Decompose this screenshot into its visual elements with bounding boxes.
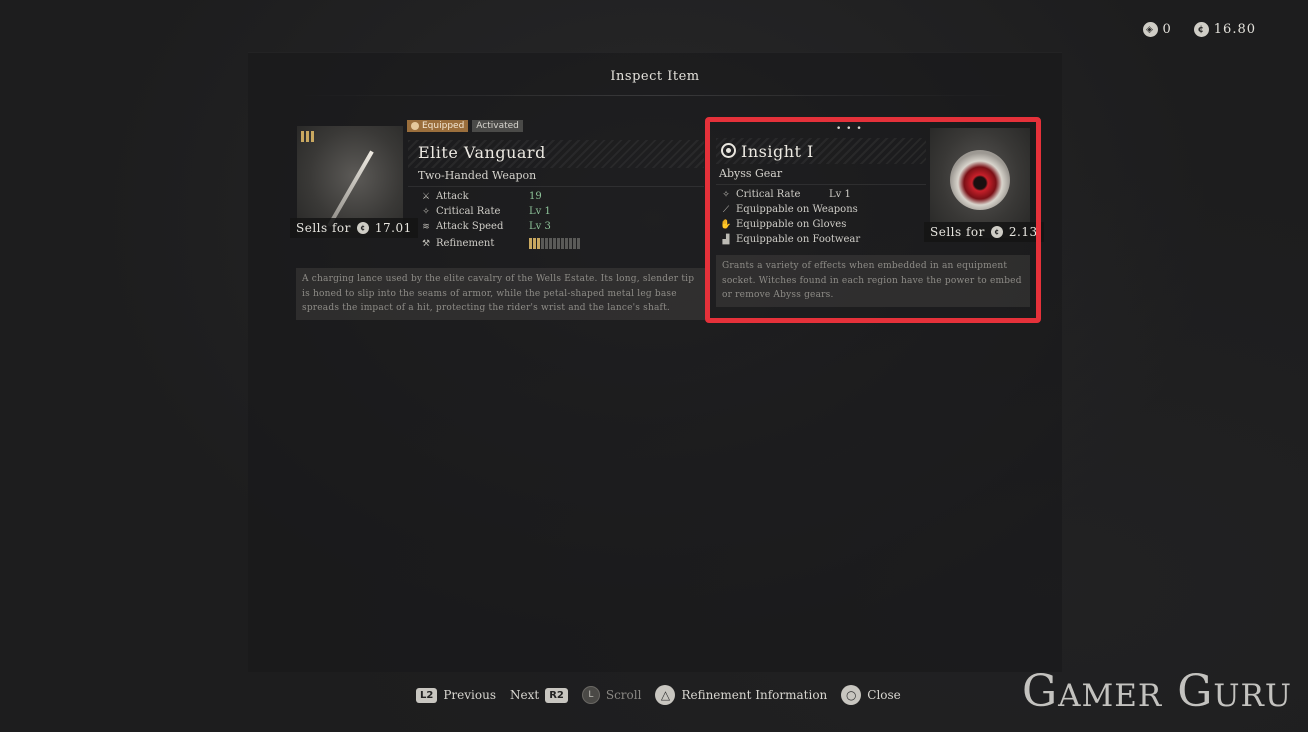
anvil-icon: ⚒ xyxy=(421,238,431,249)
weapon-name: Elite Vanguard xyxy=(418,143,546,162)
watermark-logo: Gamer Guru xyxy=(1022,666,1292,717)
circle-button-icon: ○ xyxy=(841,685,862,705)
weapon-divider xyxy=(408,186,704,187)
previous-button[interactable]: L2 Previous xyxy=(416,687,496,703)
refinement-segment xyxy=(533,238,536,249)
close-label: Close xyxy=(867,688,901,702)
coin-icon: ¢ xyxy=(1193,22,1209,37)
equipped-icon xyxy=(411,122,419,130)
sells-for-label: Sells for xyxy=(296,221,351,235)
close-button[interactable]: ○ Close xyxy=(841,685,901,705)
seal-count: 0 xyxy=(1162,22,1172,37)
stat-attack-speed: ≋ Attack Speed Lv 3 xyxy=(420,219,580,234)
previous-label: Previous xyxy=(443,688,496,702)
activated-badge: Activated xyxy=(472,120,523,132)
title-divider xyxy=(298,95,1012,96)
refinement-segment xyxy=(569,238,572,249)
seal-icon: ◈ xyxy=(1142,22,1158,37)
refinement-segment xyxy=(573,238,576,249)
stat-attack: ⚔ Attack 19 xyxy=(421,191,542,202)
rank-icon xyxy=(301,131,314,142)
triangle-icon: △ xyxy=(655,685,676,705)
selection-highlight xyxy=(705,117,1041,323)
page-title: Inspect Item xyxy=(610,69,700,84)
next-label: Next xyxy=(509,688,540,702)
crit-icon: ✧ xyxy=(422,206,430,217)
lance-image xyxy=(327,150,374,227)
refinement-segment xyxy=(541,238,544,249)
equipped-badge: Equipped xyxy=(407,120,469,132)
weapon-description: A charging lance used by the elite caval… xyxy=(296,268,706,320)
refinement-bar xyxy=(529,238,580,249)
stat-refinement: ⚒ Refinement xyxy=(420,236,580,251)
coin-currency: ¢ 16.80 xyxy=(1193,22,1256,37)
weapon-type: Two-Handed Weapon xyxy=(418,169,537,182)
seal-currency: ◈ 0 xyxy=(1142,22,1172,37)
weapon-stats: ⚔ Attack 19 ✧ Critical Rate Lv 1 ≋ Attac… xyxy=(420,189,580,251)
refinement-segment xyxy=(545,238,548,249)
refinement-segment xyxy=(561,238,564,249)
coin-amount: 16.80 xyxy=(1213,22,1256,37)
scroll-control[interactable]: L Scroll xyxy=(581,686,642,704)
refinement-info-button[interactable]: △ Refinement Information xyxy=(655,685,827,705)
refinement-segment xyxy=(549,238,552,249)
weapon-badges: Equipped Activated xyxy=(407,120,523,132)
refinement-segment xyxy=(565,238,568,249)
scroll-label: Scroll xyxy=(605,688,642,702)
weapon-sell-price: Sells for ¢ 17.01 xyxy=(290,218,418,238)
r2-key-icon: R2 xyxy=(545,687,568,703)
refinement-segment xyxy=(553,238,556,249)
refinement-segment xyxy=(537,238,540,249)
coin-icon: ¢ xyxy=(356,222,369,234)
refinement-info-label: Refinement Information xyxy=(681,688,828,702)
left-stick-icon: L xyxy=(581,686,600,704)
sword-icon: ⚔ xyxy=(421,191,431,202)
footer-controls: L2 Previous Next R2 L Scroll △ Refinemen… xyxy=(416,684,901,706)
l2-key-icon: L2 xyxy=(416,687,438,703)
stat-critical-rate: ✧ Critical Rate Lv 1 xyxy=(420,204,580,219)
refinement-segment xyxy=(557,238,560,249)
next-button[interactable]: Next R2 xyxy=(509,687,568,703)
currency-display: ◈ 0 ¢ 16.80 xyxy=(1142,22,1257,37)
speed-icon: ≋ xyxy=(422,221,430,232)
refinement-segment xyxy=(577,238,580,249)
refinement-segment xyxy=(529,238,532,249)
weapon-price-value: 17.01 xyxy=(374,221,412,235)
